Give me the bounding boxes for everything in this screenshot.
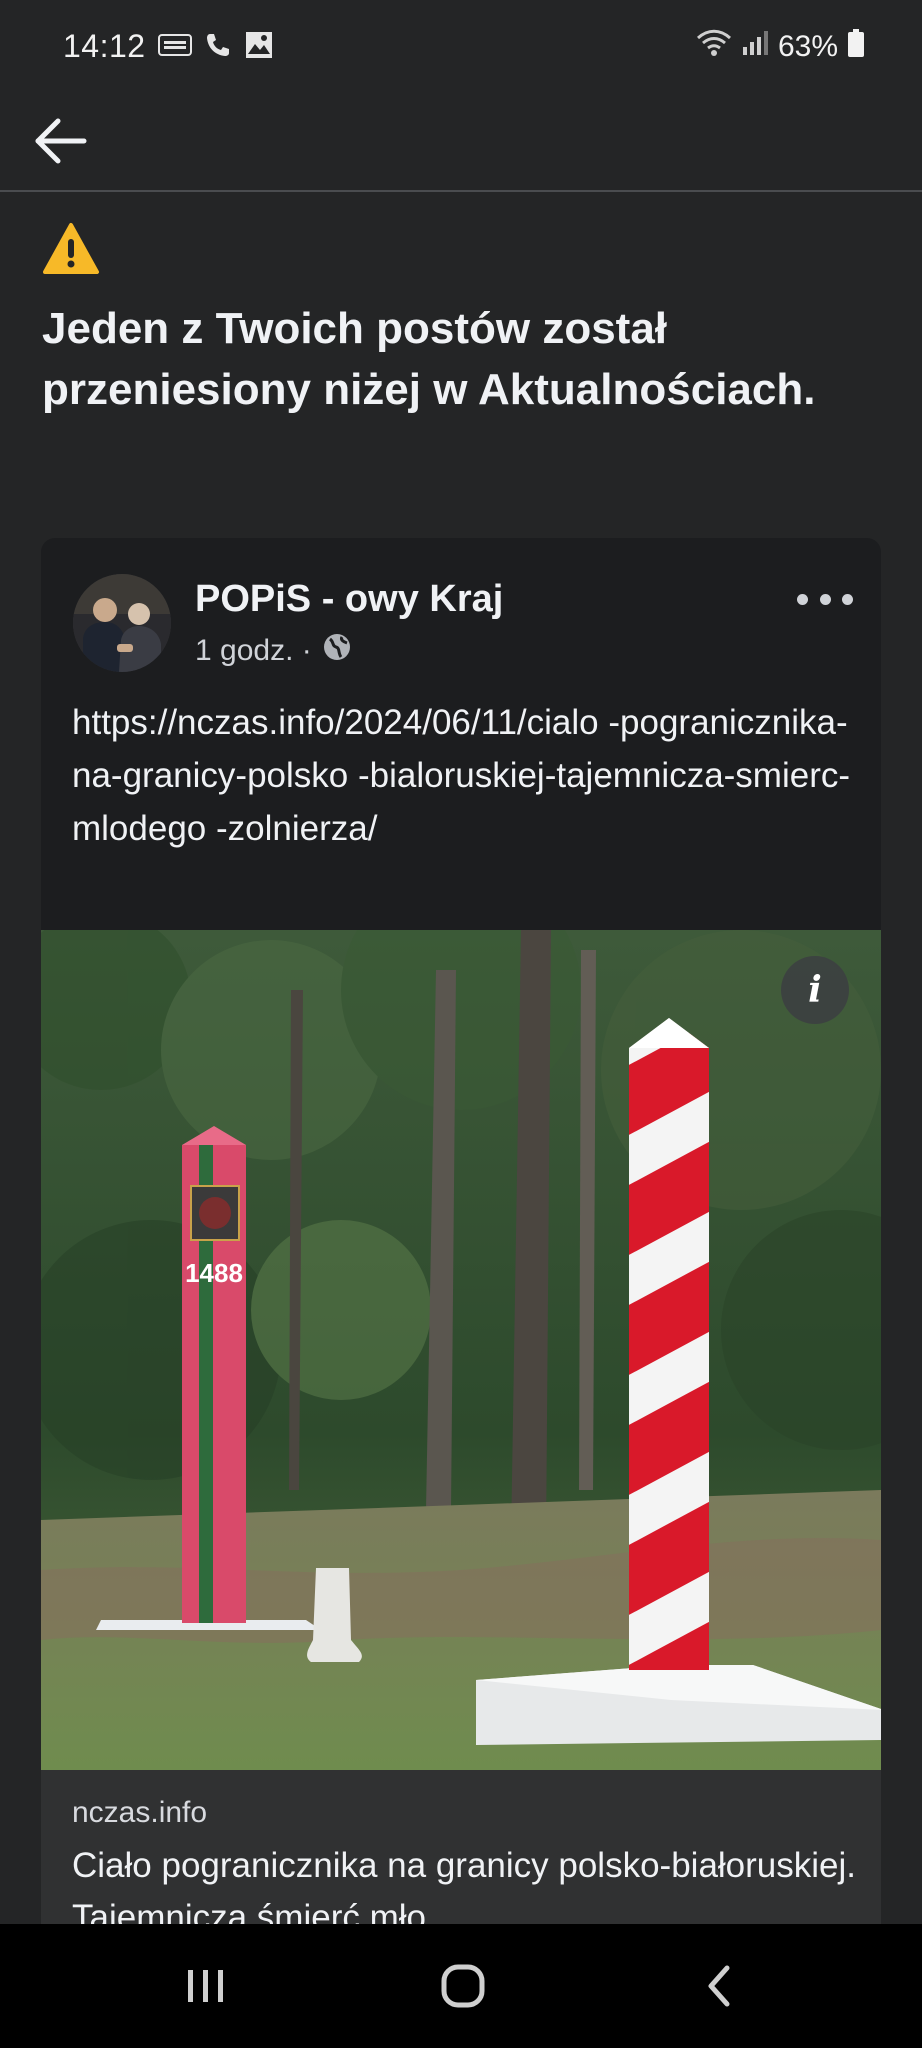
warning-icon [42,222,100,276]
status-bar: 14:12 63% [0,0,922,95]
gallery-icon [244,30,274,65]
chevron-left-icon [701,1962,741,2015]
author-name[interactable]: POPiS - owy Kraj [195,578,503,621]
post-time: 1 godz. · [195,634,312,667]
app-bar [0,95,922,192]
recent-apps-button[interactable] [171,1960,241,2016]
post-meta: 1 godz. · [195,632,352,670]
navigation-bar [0,1924,922,2048]
arrow-left-icon [32,117,88,170]
temu-icon [158,33,192,62]
post-image[interactable]: 1488 i [41,870,881,1770]
marker-number: 1488 [185,1258,243,1288]
more-options-button[interactable] [797,584,853,614]
post-text[interactable]: https://nczas.info/2024/06/11/cialo -pog… [72,696,862,855]
avatar[interactable] [73,574,171,672]
battery-icon [848,29,864,65]
more-dot [842,593,853,605]
more-dot [819,593,831,605]
recent-apps-icon [184,1966,228,2011]
more-dot [797,593,808,605]
post-header: POPiS - owy Kraj 1 godz. · [73,574,853,674]
battery-percent: 63% [777,30,838,63]
wifi-call-icon [204,31,232,64]
notice: Jeden z Twoich postów został przeniesion… [42,222,862,420]
home-button[interactable] [428,1960,498,2016]
notification-icons [158,30,274,65]
system-status: 63% [696,28,864,66]
globe-icon [322,632,352,670]
back-nav-button[interactable] [686,1960,756,2016]
notice-title: Jeden z Twoich postów został przeniesion… [42,304,816,414]
post-card: POPiS - owy Kraj 1 godz. · https://nczas… [41,538,881,1998]
home-icon [439,1962,487,2015]
signal-icon [742,29,768,65]
info-button[interactable]: i [781,956,849,1024]
status-time: 14:12 [63,28,146,64]
wifi-icon [696,28,732,66]
back-button[interactable] [30,115,90,171]
link-domain: nczas.info [72,1796,208,1829]
